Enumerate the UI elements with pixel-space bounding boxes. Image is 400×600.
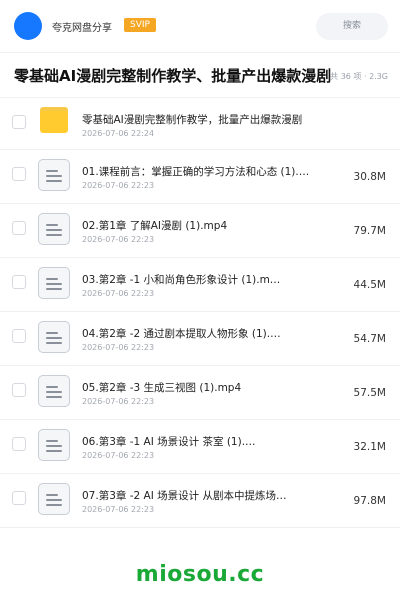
select-checkbox[interactable] [12, 115, 26, 129]
file-size: 54.7M [353, 333, 386, 345]
select-checkbox[interactable] [12, 167, 26, 181]
file-size: 57.5M [353, 387, 386, 399]
file-name[interactable]: 07.第3章 -2 AI 场景设计 从剧本中提炼场… [82, 488, 320, 503]
file-date: 2026-07-06 22:23 [82, 343, 155, 352]
file-name[interactable]: 06.第3章 -1 AI 场景设计 茶室 (1).… [82, 434, 320, 449]
document-icon [38, 213, 70, 245]
file-row[interactable]: 01.课程前言：掌握正确的学习方法和心态 (1).… 2026-07-06 22:… [0, 150, 400, 204]
item-count-size: 共 36 项 · 2.3G [330, 72, 388, 81]
svip-badge: SVIP [124, 18, 156, 32]
brand-name: 夸克网盘分享 [52, 23, 112, 34]
file-row[interactable]: 02.第1章 了解AI漫剧 (1).mp4 2026-07-06 22:23 79.… [0, 204, 400, 258]
document-icon [38, 321, 70, 353]
file-row[interactable]: 07.第3章 -2 AI 场景设计 从剧本中提炼场… 2026-07-06 22:… [0, 474, 400, 528]
file-row[interactable]: 05.第2章 -3 生成三视图 (1).mp4 2026-07-06 22:23 5… [0, 366, 400, 420]
file-row[interactable]: 04.第2章 -2 通过剧本提取人物形象 (1).… 2026-07-06 22:… [0, 312, 400, 366]
file-size: 32.1M [353, 441, 386, 453]
file-date: 2026-07-06 22:24 [82, 129, 155, 138]
file-name[interactable]: 01.课程前言：掌握正确的学习方法和心态 (1).… [82, 164, 320, 179]
document-icon [38, 267, 70, 299]
file-row[interactable]: 03.第2章 -1 小和尚角色形象设计 (1).m… 2026-07-06 22:… [0, 258, 400, 312]
file-row[interactable]: 06.第3章 -1 AI 场景设计 茶室 (1).… 2026-07-06 22:… [0, 420, 400, 474]
file-date: 2026-07-06 22:23 [82, 397, 155, 406]
document-icon [38, 483, 70, 515]
file-date: 2026-07-06 22:23 [82, 181, 155, 190]
watermark: miosou.cc [135, 562, 265, 587]
document-icon [38, 159, 70, 191]
folder-row[interactable]: 零基础AI漫剧完整制作教学，批量产出爆款漫剧 2026-07-06 22:24 [0, 98, 400, 150]
file-name[interactable]: 03.第2章 -1 小和尚角色形象设计 (1).m… [82, 272, 320, 287]
document-icon [38, 375, 70, 407]
file-date: 2026-07-06 22:23 [82, 505, 155, 514]
folder-icon [38, 107, 70, 139]
file-name[interactable]: 04.第2章 -2 通过剧本提取人物形象 (1).… [82, 326, 320, 341]
file-size: 97.8M [353, 495, 386, 507]
file-list: 零基础AI漫剧完整制作教学，批量产出爆款漫剧 2026-07-06 22:24 01… [0, 98, 400, 528]
file-size: 79.7M [353, 225, 386, 237]
document-icon [38, 429, 70, 461]
app-header: 夸克网盘分享 SVIP 搜索 [0, 0, 400, 52]
avatar[interactable] [14, 12, 42, 40]
file-size: 30.8M [353, 171, 386, 183]
page-title: 零基础AI漫剧完整制作教学、批量产出爆款漫剧 [14, 67, 332, 85]
select-checkbox[interactable] [12, 329, 26, 343]
file-name[interactable]: 零基础AI漫剧完整制作教学，批量产出爆款漫剧 [82, 112, 320, 127]
select-checkbox[interactable] [12, 491, 26, 505]
select-checkbox[interactable] [12, 383, 26, 397]
file-name[interactable]: 05.第2章 -3 生成三视图 (1).mp4 [82, 380, 320, 395]
select-checkbox[interactable] [12, 275, 26, 289]
file-date: 2026-07-06 22:23 [82, 289, 155, 298]
file-name[interactable]: 02.第1章 了解AI漫剧 (1).mp4 [82, 218, 320, 233]
file-size: 44.5M [353, 279, 386, 291]
search-button[interactable]: 搜索 [316, 13, 388, 40]
select-checkbox[interactable] [12, 221, 26, 235]
file-date: 2026-07-06 22:23 [82, 235, 155, 244]
share-title-bar: 零基础AI漫剧完整制作教学、批量产出爆款漫剧 共 36 项 · 2.3G [0, 52, 400, 98]
file-date: 2026-07-06 22:23 [82, 451, 155, 460]
select-checkbox[interactable] [12, 437, 26, 451]
